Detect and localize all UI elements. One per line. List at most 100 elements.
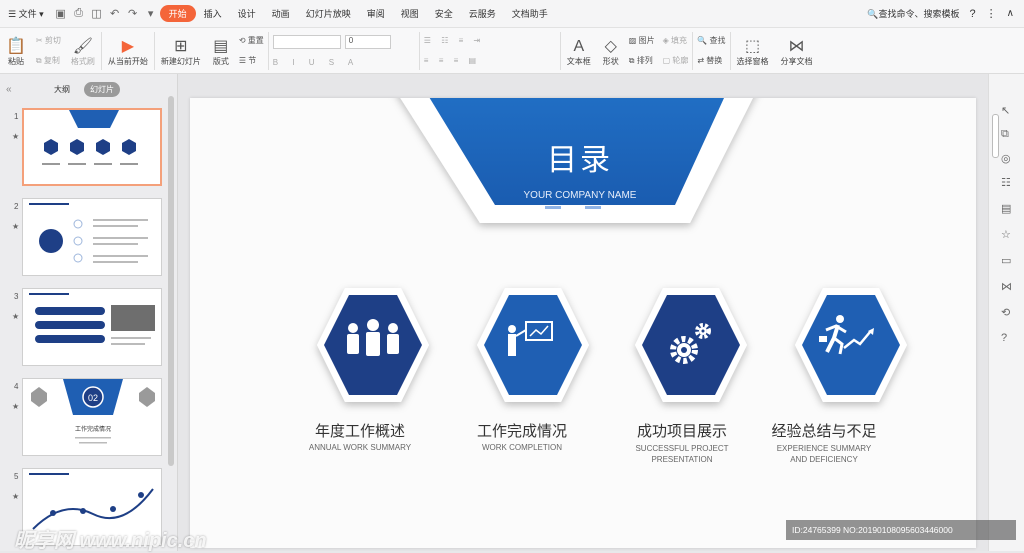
replace-button[interactable]: ⇄ 替换: [697, 55, 725, 66]
tab-slideshow[interactable]: 幻灯片放映: [298, 7, 359, 20]
textbox-label: 文本框: [566, 56, 591, 66]
help-circle-icon[interactable]: ?: [1001, 332, 1007, 344]
textbox-button[interactable]: A 文本框: [561, 28, 597, 72]
search-icon: 🔍: [867, 9, 879, 19]
cut-label: 剪切: [44, 35, 61, 45]
reset-button[interactable]: ⟲ 重置: [239, 35, 264, 46]
save-icon[interactable]: ▣: [52, 7, 70, 20]
shapes-icon[interactable]: ◎: [1001, 152, 1011, 165]
customize-dropdown-icon[interactable]: ▾: [142, 7, 160, 20]
tab-animation[interactable]: 动画: [264, 7, 298, 20]
paste-button[interactable]: 📋 粘贴: [0, 28, 32, 72]
shape-icon: ◇: [604, 37, 617, 55]
document-icon[interactable]: ▤: [1001, 202, 1011, 215]
copy-button[interactable]: ⧉ 复制: [36, 55, 61, 66]
outline-button[interactable]: ▢ 轮廓: [663, 55, 689, 66]
replace-label: 替换: [706, 55, 723, 65]
tab-slides[interactable]: 幻灯片: [84, 82, 120, 97]
textbox-icon: A: [573, 37, 585, 55]
item-2-title: 工作完成情况: [477, 423, 567, 440]
tab-insert[interactable]: 插入: [196, 7, 230, 20]
item-1-title: 年度工作概述: [315, 423, 405, 440]
history-icon[interactable]: ⟲: [1001, 306, 1010, 319]
paste-icon: 📋: [6, 37, 26, 55]
select-pane-button[interactable]: ⬚ 选择窗格: [731, 28, 775, 72]
share-button[interactable]: ⋈ 分享文档: [775, 28, 819, 72]
collapse-panel-icon[interactable]: «: [6, 84, 12, 95]
tab-security[interactable]: 安全: [427, 7, 461, 20]
new-slide-label: 新建幻灯片: [160, 56, 201, 66]
font-size-select[interactable]: 0: [344, 35, 391, 50]
item-4-title: 经验总结与不足: [771, 423, 876, 440]
format-painter-button[interactable]: 🖌 格式刷: [65, 28, 101, 72]
reset-label: 重置: [247, 35, 264, 45]
tab-doc-assistant[interactable]: 文档助手: [504, 7, 556, 20]
item-4-subtitle-line1: EXPERIENCE SUMMARY: [777, 444, 872, 453]
star-icon: ★: [12, 492, 20, 501]
paragraph-format-buttons[interactable]: ☰ ☷ ≡ ⇥ ≡ ≡ ≡ ▤: [420, 28, 560, 72]
section-button[interactable]: ☰ 节: [239, 55, 264, 66]
help-icon[interactable]: ?: [970, 8, 976, 20]
tab-outline[interactable]: 大纲: [48, 82, 76, 97]
command-search[interactable]: 🔍查找命令、搜索模板: [867, 7, 959, 20]
star-icon: ★: [12, 132, 20, 141]
picture-label: 图片: [638, 35, 655, 45]
select-pane-label: 选择窗格: [736, 56, 769, 66]
file-menu[interactable]: ☰ 文件 ▾: [0, 7, 52, 20]
tab-review[interactable]: 审阅: [359, 7, 393, 20]
font-format-buttons[interactable]: B I U S A: [273, 58, 415, 67]
slide-thumbnail-1[interactable]: 1 ★: [8, 108, 168, 190]
hexagon-2[interactable]: [477, 288, 589, 402]
slide-number: 4: [14, 382, 19, 391]
layout-button[interactable]: ▤ 版式: [207, 28, 235, 72]
thumbnail-image: [22, 198, 162, 276]
star-outline-icon[interactable]: ☆: [1001, 228, 1011, 241]
arrange-button[interactable]: ⧉ 排列: [629, 55, 655, 66]
tab-design[interactable]: 设计: [230, 7, 264, 20]
more-icon[interactable]: ⋮: [986, 7, 997, 20]
hexagon-3[interactable]: [635, 288, 747, 402]
adjust-icon[interactable]: ☷: [1001, 176, 1011, 189]
shape-button[interactable]: ◇ 形状: [597, 28, 625, 72]
stack-icon[interactable]: ▭: [1001, 254, 1011, 267]
item-1-subtitle: ANNUAL WORK SUMMARY: [309, 443, 412, 452]
copy-icon[interactable]: ⧉: [1001, 128, 1009, 141]
print-icon[interactable]: ⎙: [70, 7, 88, 20]
canvas-scrollbar[interactable]: [992, 114, 999, 158]
from-current-button[interactable]: ▶ 从当前开始: [102, 28, 154, 72]
command-search-label: 查找命令、搜索模板: [878, 9, 960, 19]
tab-start[interactable]: 开始: [159, 5, 196, 22]
undo-icon[interactable]: ↶: [106, 7, 124, 20]
current-slide[interactable]: 目录 YOUR COMPANY NAME 年度工作概述 ANNUAL WORK …: [190, 74, 976, 548]
tab-view[interactable]: 视图: [393, 7, 427, 20]
thumb4-title: 工作完成情况: [75, 425, 111, 433]
slide-subtitle: YOUR COMPANY NAME: [524, 190, 637, 201]
hexagon-4[interactable]: [795, 288, 907, 402]
star-icon: ★: [12, 222, 20, 231]
slide-thumbnail-4[interactable]: 4 ★ 02 工作完成情况: [8, 378, 168, 460]
print-preview-icon[interactable]: ◫: [88, 7, 106, 20]
star-icon: ★: [12, 312, 20, 321]
new-slide-button[interactable]: ⊞ 新建幻灯片: [155, 28, 207, 72]
arrow-icon[interactable]: ↖: [1001, 104, 1010, 117]
outline-label: 轮廓: [672, 55, 689, 65]
slide-thumbnail-3[interactable]: 3 ★: [8, 288, 168, 370]
slide-panel: « 大纲 幻灯片 1 ★ 2 ★ 3 ★ 4 ★ 02 工作完成情况 5 ★: [0, 74, 178, 551]
redo-icon[interactable]: ↷: [124, 7, 142, 20]
share-alt-icon[interactable]: ⋈: [1001, 280, 1012, 293]
slide-canvas: 目录 YOUR COMPANY NAME 年度工作概述 ANNUAL WORK …: [178, 74, 988, 551]
team-icon: [347, 319, 399, 356]
tab-cloud[interactable]: 云服务: [461, 7, 504, 20]
thumbnail-image: [22, 108, 162, 186]
cut-button[interactable]: ✂ 剪切: [36, 35, 61, 46]
find-button[interactable]: 🔍 查找: [697, 35, 725, 46]
slide-panel-scrollbar[interactable]: [168, 96, 174, 466]
font-family-select[interactable]: [272, 35, 341, 50]
hexagon-1[interactable]: [317, 288, 429, 402]
fill-button[interactable]: ◈ 填充: [663, 35, 689, 46]
picture-button[interactable]: ▨ 图片: [629, 35, 655, 46]
collapse-ribbon-icon[interactable]: ∧: [1007, 8, 1014, 19]
slide-thumbnail-2[interactable]: 2 ★: [8, 198, 168, 280]
arrange-label: 排列: [636, 55, 653, 65]
copy-label: 复制: [43, 55, 60, 65]
